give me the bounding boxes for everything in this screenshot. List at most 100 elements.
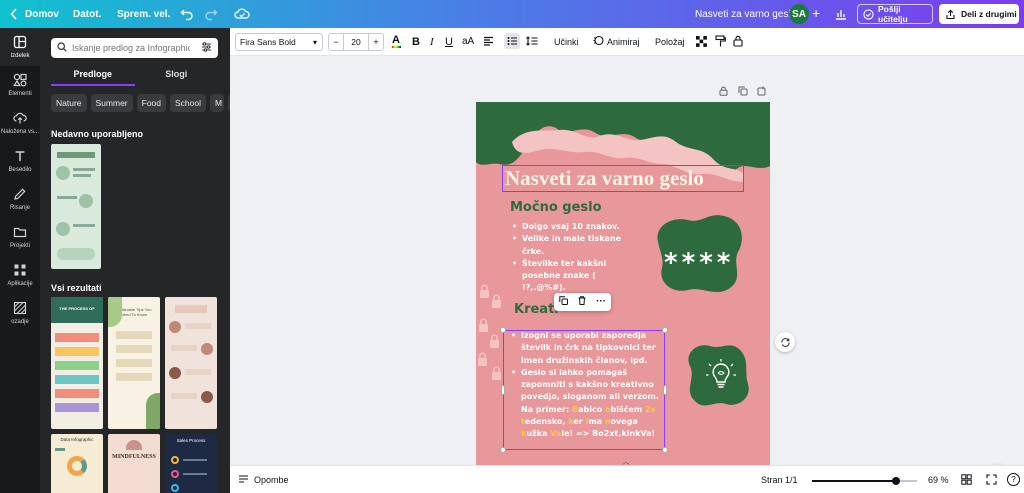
lock-page-icon[interactable] — [719, 86, 728, 99]
password-stars[interactable]: **** — [664, 248, 734, 278]
text-color-icon[interactable]: A — [392, 35, 401, 48]
template-thumbnail[interactable]: Data Infographic — [51, 434, 103, 493]
align-left-icon[interactable] — [483, 36, 494, 48]
underline-icon[interactable]: U — [445, 36, 453, 48]
position-button[interactable]: Položaj — [655, 37, 685, 47]
avatar[interactable]: SA — [789, 4, 809, 24]
search-input[interactable] — [72, 43, 190, 53]
font-family-select[interactable]: Fira Sans Bold ▾ — [235, 33, 323, 51]
rail-label: Aplikacije — [7, 281, 33, 287]
delete-icon[interactable] — [578, 296, 586, 308]
share-label: Deli z drugimi — [961, 9, 1017, 19]
template-thumbnail[interactable]: MINDFULNESS — [108, 434, 160, 493]
recent-template-thumbnail[interactable] — [51, 144, 101, 269]
notes-icon — [238, 474, 249, 486]
side-handle[interactable] — [663, 385, 667, 395]
template-search[interactable] — [51, 38, 218, 58]
transparency-icon[interactable] — [696, 36, 707, 49]
zoom-slider-knob[interactable] — [892, 477, 901, 485]
element-action-bar: ··· — [554, 293, 611, 311]
add-page-icon[interactable] — [757, 86, 767, 99]
rail-item-elements[interactable]: Elementi — [0, 66, 40, 104]
rail-item-design[interactable]: Izdelek — [0, 28, 40, 66]
add-collaborator-icon[interactable]: + — [812, 6, 820, 20]
page-count[interactable]: Stran 1/1 — [761, 475, 798, 485]
template-thumbnail[interactable]: Sales Process — [165, 434, 217, 493]
italic-icon[interactable]: I — [430, 36, 434, 48]
chip-food[interactable]: Food — [136, 94, 167, 112]
rail-label: Izdelek — [10, 53, 30, 59]
letter-case-icon[interactable]: aA — [462, 36, 474, 47]
redo-icon[interactable] — [204, 7, 218, 21]
zoom-level[interactable]: 69 % — [928, 475, 949, 485]
notes-label: Opombe — [254, 475, 289, 485]
zoom-slider-fill — [812, 480, 897, 482]
lock-icon[interactable] — [733, 35, 743, 49]
cloud-save-icon[interactable] — [234, 7, 250, 21]
template-thumbnail[interactable]: THE PROCESS OF — [51, 297, 103, 429]
chip-school[interactable]: School — [170, 94, 207, 112]
rail-label: Elementi — [8, 91, 32, 97]
chevron-left-icon[interactable] — [10, 8, 18, 20]
resize-handle[interactable] — [662, 327, 668, 333]
rail-item-apps[interactable]: Aplikacije — [0, 256, 40, 294]
text-icon — [13, 149, 27, 167]
template-thumbnail[interactable] — [165, 297, 217, 429]
bold-icon[interactable]: B — [412, 36, 420, 48]
pattern-icon — [13, 301, 27, 319]
category-chips: Nature Summer Food School M › — [51, 94, 230, 112]
resize-handle[interactable] — [500, 447, 506, 453]
filter-icon[interactable] — [201, 41, 212, 55]
home-button[interactable]: Domov — [25, 9, 59, 20]
analytics-icon[interactable] — [834, 7, 848, 21]
editor-toolbar: Fira Sans Bold ▾ − 20 + A B I U aA Učink… — [230, 28, 1024, 56]
animate-icon — [593, 35, 604, 48]
grid-view-icon[interactable] — [961, 474, 972, 487]
send-to-teacher-button[interactable]: Pošlji učitelju — [857, 4, 933, 24]
file-menu-button[interactable]: Datot. — [73, 9, 101, 20]
duplicate-icon[interactable] — [559, 296, 568, 308]
heading-creative[interactable]: Kreati — [514, 302, 559, 317]
fullscreen-icon[interactable] — [986, 474, 997, 487]
side-handle[interactable] — [501, 385, 505, 395]
list-icon[interactable] — [504, 33, 520, 49]
chip-nature[interactable]: Nature — [51, 94, 87, 112]
font-size-value[interactable]: 20 — [344, 37, 368, 47]
chip-summer[interactable]: Summer — [90, 94, 133, 112]
rail-label: Risanje — [9, 205, 30, 211]
strong-password-list[interactable]: Dolgo vsaj 10 znakov. Velike in male tis… — [512, 221, 622, 295]
resize-handle[interactable] — [500, 327, 506, 333]
thumb-title: THE PROCESS OF — [59, 306, 95, 311]
chip-more[interactable]: M — [210, 94, 225, 112]
share-icon — [945, 9, 956, 20]
effects-button[interactable]: Učinki — [554, 37, 579, 47]
plus-icon[interactable]: + — [368, 34, 383, 50]
rotate-refresh-button[interactable] — [775, 332, 795, 352]
paint-roller-icon[interactable] — [715, 35, 726, 49]
notes-button[interactable]: Opombe — [238, 474, 289, 486]
resize-handle[interactable] — [662, 447, 668, 453]
duplicate-page-icon[interactable] — [738, 86, 748, 99]
more-options-icon[interactable]: ··· — [596, 297, 606, 307]
tab-templates[interactable]: Predloge — [51, 66, 135, 86]
rail-item-uploads[interactable]: Naložena vs... — [0, 104, 40, 142]
zoom-slider[interactable] — [812, 477, 917, 485]
font-size-stepper[interactable]: − 20 + — [328, 33, 384, 51]
resize-button[interactable]: Sprem. vel. — [117, 9, 170, 20]
rail-item-draw[interactable]: Risanje — [0, 180, 40, 218]
rail-item-projects[interactable]: Projekti — [0, 218, 40, 256]
share-button[interactable]: Deli z drugimi — [939, 4, 1019, 24]
design-page[interactable]: Nasveti za varno geslo Močno geslo Dolgo… — [476, 102, 770, 491]
template-thumbnail[interactable]: 5 Valuable Tips You Need To Know — [108, 297, 160, 429]
minus-icon[interactable]: − — [329, 34, 344, 50]
document-title[interactable]: Nasveti za varno geslo — [695, 9, 796, 20]
undo-icon[interactable] — [180, 7, 194, 21]
tab-styles[interactable]: Slogi — [135, 66, 219, 86]
heading-strong-password[interactable]: Močno geslo — [510, 200, 602, 215]
rail-item-background[interactable]: ozadje — [0, 294, 40, 332]
animate-button[interactable]: Animiraj — [593, 35, 640, 48]
line-spacing-icon[interactable] — [526, 36, 538, 48]
rail-item-text[interactable]: Besedilo — [0, 142, 40, 180]
list-item: Številke ter kakšni posebne znake ( !?,.… — [512, 258, 622, 295]
help-icon[interactable]: ? — [1007, 473, 1020, 486]
